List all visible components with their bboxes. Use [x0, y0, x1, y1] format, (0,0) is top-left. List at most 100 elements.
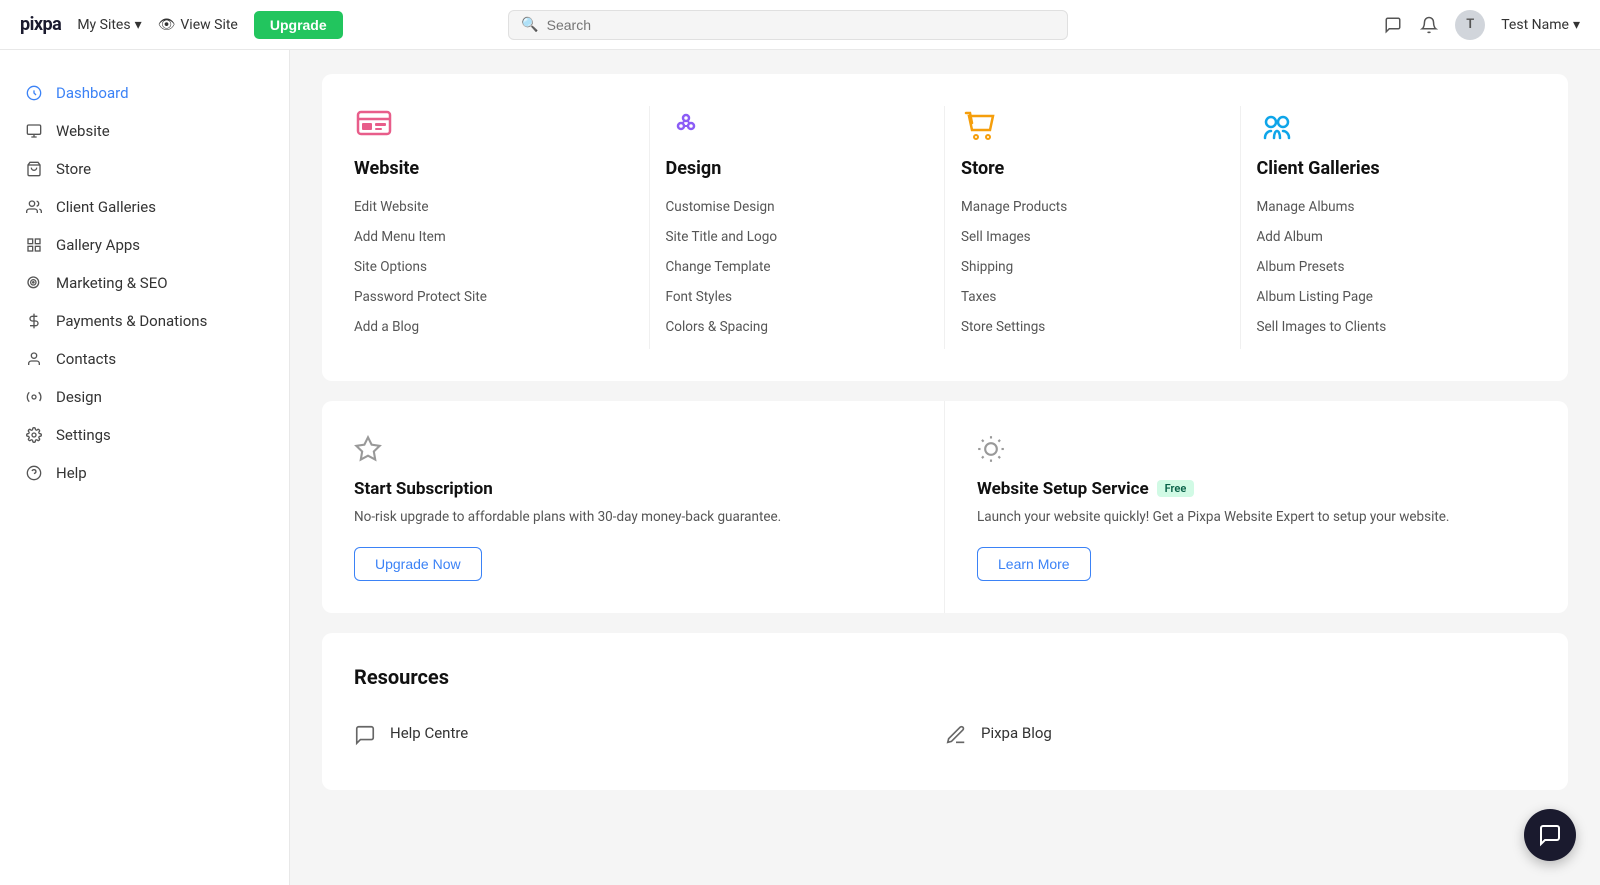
sidebar-item-store[interactable]: Store	[0, 150, 289, 188]
design-icon	[24, 389, 44, 405]
client-galleries-col-icon	[1257, 106, 1521, 146]
store-icon	[24, 161, 44, 177]
quick-col-design: Design Customise Design Site Title and L…	[650, 106, 946, 349]
help-centre-icon	[354, 721, 376, 746]
learn-more-button[interactable]: Learn More	[977, 547, 1091, 581]
link-password-protect[interactable]: Password Protect Site	[354, 289, 633, 305]
chat-icon[interactable]	[1383, 15, 1403, 35]
quick-access-card: Website Edit Website Add Menu Item Site …	[322, 74, 1568, 381]
promo-subscription: Start Subscription No-risk upgrade to af…	[322, 401, 945, 613]
sidebar-label-design: Design	[56, 388, 102, 406]
link-taxes[interactable]: Taxes	[961, 289, 1224, 305]
pixpa-blog-label: Pixpa Blog	[981, 724, 1052, 742]
notifications-icon[interactable]	[1419, 15, 1439, 35]
logo: pixpa	[20, 14, 61, 35]
sidebar-label-dashboard: Dashboard	[56, 84, 129, 102]
subscription-desc: No-risk upgrade to affordable plans with…	[354, 507, 912, 527]
quick-col-store: Store Manage Products Sell Images Shippi…	[945, 106, 1241, 349]
link-add-album[interactable]: Add Album	[1257, 229, 1521, 245]
marketing-icon	[24, 275, 44, 291]
setup-service-icon	[977, 433, 1536, 463]
link-customise-design[interactable]: Customise Design	[666, 199, 929, 215]
link-site-options[interactable]: Site Options	[354, 259, 633, 275]
sidebar-label-settings: Settings	[56, 426, 111, 444]
link-font-styles[interactable]: Font Styles	[666, 289, 929, 305]
resource-pixpa-blog[interactable]: Pixpa Blog	[945, 709, 1536, 758]
chat-button[interactable]	[1524, 809, 1576, 861]
sidebar-item-settings[interactable]: Settings	[0, 416, 289, 454]
resources-grid: Help Centre Pixpa Blog	[354, 709, 1536, 758]
link-manage-products[interactable]: Manage Products	[961, 199, 1224, 215]
contacts-icon	[24, 351, 44, 367]
link-add-menu-item[interactable]: Add Menu Item	[354, 229, 633, 245]
website-col-icon	[354, 106, 633, 146]
sidebar-label-store: Store	[56, 160, 91, 178]
layout: Dashboard Website Store Client Galleries…	[0, 50, 1600, 885]
sidebar-label-client-galleries: Client Galleries	[56, 198, 156, 216]
link-sell-images[interactable]: Sell Images	[961, 229, 1224, 245]
settings-icon	[24, 427, 44, 443]
sidebar-item-payments-donations[interactable]: Payments & Donations	[0, 302, 289, 340]
sidebar-item-client-galleries[interactable]: Client Galleries	[0, 188, 289, 226]
client-galleries-icon	[24, 199, 44, 215]
sidebar-label-contacts: Contacts	[56, 350, 116, 368]
link-sell-images-clients[interactable]: Sell Images to Clients	[1257, 319, 1521, 335]
username-label: Test Name	[1501, 17, 1569, 33]
link-shipping[interactable]: Shipping	[961, 259, 1224, 275]
setup-service-desc: Launch your website quickly! Get a Pixpa…	[977, 507, 1536, 527]
quick-col-client-galleries: Client Galleries Manage Albums Add Album…	[1241, 106, 1537, 349]
topnav-right-actions: T Test Name ▾	[1383, 10, 1580, 40]
link-album-listing-page[interactable]: Album Listing Page	[1257, 289, 1521, 305]
username-dropdown[interactable]: Test Name ▾	[1501, 17, 1580, 33]
link-add-blog[interactable]: Add a Blog	[354, 319, 633, 335]
subscription-icon	[354, 433, 912, 463]
link-site-title-logo[interactable]: Site Title and Logo	[666, 229, 929, 245]
my-sites-label: My Sites	[77, 17, 130, 33]
website-icon	[24, 123, 44, 139]
link-album-presets[interactable]: Album Presets	[1257, 259, 1521, 275]
sidebar-item-marketing-seo[interactable]: Marketing & SEO	[0, 264, 289, 302]
sidebar-label-payments-donations: Payments & Donations	[56, 312, 207, 330]
link-store-settings[interactable]: Store Settings	[961, 319, 1224, 335]
design-col-title: Design	[666, 158, 929, 179]
quick-access-grid: Website Edit Website Add Menu Item Site …	[354, 106, 1536, 349]
link-edit-website[interactable]: Edit Website	[354, 199, 633, 215]
sidebar-label-website: Website	[56, 122, 110, 140]
upgrade-now-button[interactable]: Upgrade Now	[354, 547, 482, 581]
link-colors-spacing[interactable]: Colors & Spacing	[666, 319, 929, 335]
sidebar-item-design[interactable]: Design	[0, 378, 289, 416]
view-site-label: View Site	[180, 17, 237, 33]
promo-setup-service: Website Setup Service Free Launch your w…	[945, 401, 1568, 613]
resource-help-centre[interactable]: Help Centre	[354, 709, 945, 758]
sidebar-label-gallery-apps: Gallery Apps	[56, 236, 140, 254]
topnav: pixpa My Sites ▾ 👁 View Site Upgrade 🔍 T…	[0, 0, 1600, 50]
sidebar-item-gallery-apps[interactable]: Gallery Apps	[0, 226, 289, 264]
setup-service-title: Website Setup Service Free	[977, 479, 1536, 499]
sidebar-item-dashboard[interactable]: Dashboard	[0, 74, 289, 112]
search-icon: 🔍	[521, 17, 538, 33]
my-sites-dropdown[interactable]: My Sites ▾	[77, 17, 141, 33]
link-change-template[interactable]: Change Template	[666, 259, 929, 275]
link-manage-albums[interactable]: Manage Albums	[1257, 199, 1521, 215]
free-badge: Free	[1157, 480, 1195, 497]
resources-card: Resources Help Centre	[322, 633, 1568, 790]
chevron-down-icon: ▾	[135, 17, 142, 33]
main-content: Website Edit Website Add Menu Item Site …	[290, 50, 1600, 885]
search-input[interactable]	[547, 17, 1056, 33]
promo-card-container: Start Subscription No-risk upgrade to af…	[322, 401, 1568, 613]
blog-icon	[945, 721, 967, 746]
sidebar-item-help[interactable]: Help	[0, 454, 289, 492]
sidebar-item-contacts[interactable]: Contacts	[0, 340, 289, 378]
payments-icon	[24, 313, 44, 329]
search-bar[interactable]: 🔍	[508, 10, 1068, 40]
dashboard-icon	[24, 85, 44, 101]
store-col-icon	[961, 106, 1224, 146]
client-galleries-col-title: Client Galleries	[1257, 158, 1521, 179]
sidebar-label-help: Help	[56, 464, 87, 482]
promo-grid: Start Subscription No-risk upgrade to af…	[322, 401, 1568, 613]
resources-title: Resources	[354, 665, 1536, 689]
sidebar-item-website[interactable]: Website	[0, 112, 289, 150]
subscription-title: Start Subscription	[354, 479, 912, 499]
view-site-link[interactable]: 👁 View Site	[158, 17, 238, 33]
upgrade-button[interactable]: Upgrade	[254, 11, 343, 39]
